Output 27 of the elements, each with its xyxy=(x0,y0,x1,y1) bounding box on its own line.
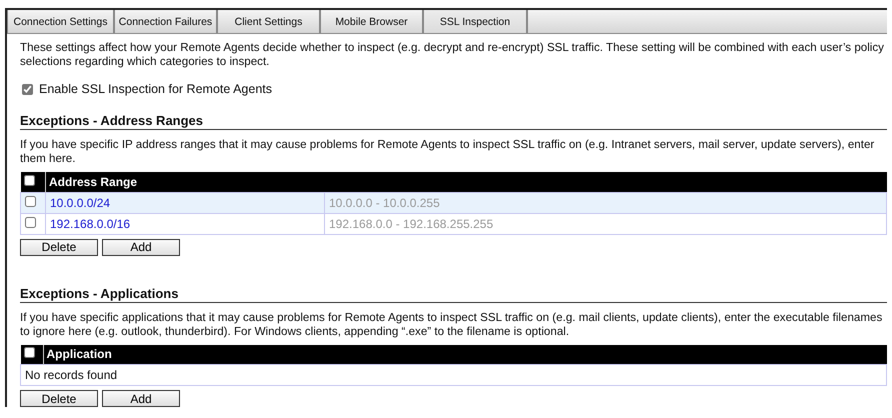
section-description: If you have specific applications that it may cause problems for Remote Agents to inspect SSL traffic on (e.g. mail clients, update clients), enter the executable filenames to ignore here (e.g. outlook, thunderbird). For Windows clients, appending “.exe” to the filename is optional. xyxy=(20,310,884,338)
section-description: If you have specific IP address ranges that it may cause problems for Remote Agents to inspect SSL traffic on (e.g. Intranet servers, mail server, update servers), enter them here. xyxy=(20,138,876,166)
add-button[interactable]: Add xyxy=(102,390,180,407)
column-header: Application xyxy=(46,347,112,362)
table-cell: 10.0.0.0 - 10.0.0.255 xyxy=(329,196,440,210)
section-heading: Exceptions - Address Ranges xyxy=(20,113,887,130)
row-checkbox[interactable] xyxy=(25,216,36,228)
intro-text: These settings affect how your Remote Agents decide whether to inspect (e.g. decrypt and re-encrypt) SSL traffic. These setting will be combined with each user’s policy selections regarding which categories to inspect. xyxy=(20,41,885,69)
table-cell: 192.168.0.0 - 192.168.255.255 xyxy=(329,216,494,230)
row-checkbox[interactable] xyxy=(25,196,36,206)
tab[interactable]: Connection Failures xyxy=(114,10,217,34)
enable-checkbox[interactable] xyxy=(22,84,33,94)
delete-button[interactable]: Delete xyxy=(20,238,98,256)
tab[interactable]: Connection Settings xyxy=(7,10,114,34)
address-range-link[interactable]: 192.168.0.0/16 xyxy=(50,216,130,230)
enable-label: Enable SSL Inspection for Remote Agents xyxy=(39,82,272,96)
delete-button[interactable]: Delete xyxy=(20,390,98,407)
add-button[interactable]: Add xyxy=(102,238,180,256)
select-all-checkbox[interactable] xyxy=(24,347,34,358)
tab[interactable]: SSL Inspection xyxy=(423,10,527,34)
address-range-link[interactable]: 10.0.0.0/24 xyxy=(50,196,110,210)
column-header: Address Range xyxy=(49,174,138,189)
section-heading: Exceptions - Applications xyxy=(20,286,887,302)
select-all-checkbox[interactable] xyxy=(24,174,34,186)
tab[interactable]: Mobile Browser xyxy=(320,10,423,34)
tab[interactable]: Client Settings xyxy=(217,10,320,34)
empty-message: No records found xyxy=(25,368,118,382)
